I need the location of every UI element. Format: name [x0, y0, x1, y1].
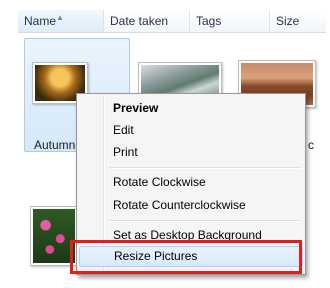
highlight-box	[70, 240, 302, 274]
menu-item-rotate-counterclockwise[interactable]: Rotate Counterclockwise	[79, 195, 303, 216]
column-header-date-taken-label: Date taken	[110, 14, 169, 28]
file-name-label: Autumn	[34, 138, 76, 152]
menu-item-edit[interactable]: Edit	[79, 120, 303, 141]
column-header-bar: ▲ Name Date taken Tags Size	[18, 10, 326, 33]
column-header-tags-label: Tags	[196, 14, 222, 28]
column-header-name[interactable]: ▲ Name	[18, 10, 104, 32]
menu-separator	[109, 167, 301, 169]
column-header-size-label: Size	[276, 14, 300, 28]
menu-separator	[109, 220, 301, 222]
column-header-size[interactable]: Size	[270, 10, 326, 32]
menu-item-rotate-clockwise[interactable]: Rotate Clockwise	[79, 172, 303, 193]
menu-item-preview[interactable]: Preview	[79, 98, 303, 119]
column-header-date-taken[interactable]: Date taken	[104, 10, 190, 32]
sort-ascending-icon: ▲	[56, 13, 64, 22]
menu-item-print[interactable]: Print	[79, 142, 303, 163]
column-header-name-label: Name	[24, 14, 57, 28]
file-name-label-partial: c	[308, 138, 314, 152]
column-header-tags[interactable]: Tags	[190, 10, 270, 32]
